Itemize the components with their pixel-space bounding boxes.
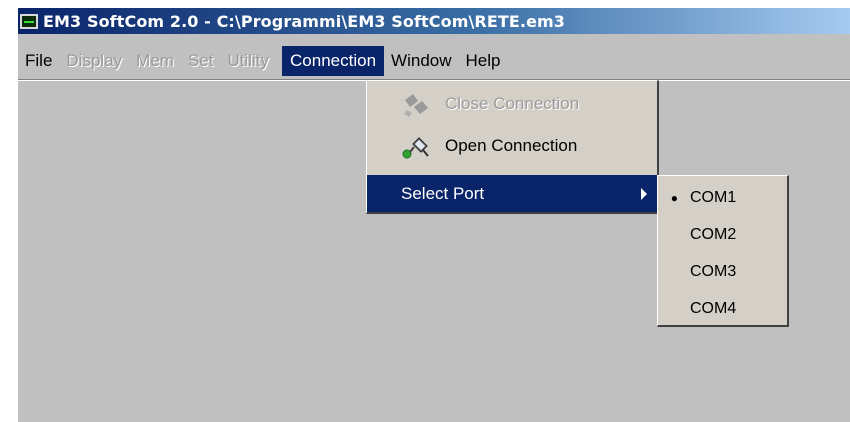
menu-help[interactable]: Help (459, 46, 508, 76)
menu-connection[interactable]: Connection (282, 46, 385, 76)
com2-label: COM2 (690, 225, 737, 243)
menu-set: Set (187, 51, 214, 70)
menu-item-com1[interactable]: ● COM1 (658, 179, 787, 216)
menu-display: Display (66, 51, 123, 70)
select-port-label: Select Port (401, 183, 485, 203)
window-title: EM3 SoftCom 2.0 - C:\Programmi\EM3 SoftC… (43, 11, 566, 31)
menu-utility: Utility (227, 51, 270, 70)
close-connection-label: Close Connection (445, 94, 580, 113)
menu-item-com3[interactable]: COM3 (658, 253, 787, 290)
menu-mem: Mem (136, 51, 174, 70)
submenu-arrow-icon (641, 188, 647, 200)
title-bar[interactable]: EM3 SoftCom 2.0 - C:\Programmi\EM3 SoftC… (18, 8, 850, 34)
close-connection-icon (404, 94, 428, 117)
selected-bullet-icon: ● (670, 190, 678, 205)
open-connection-icon (402, 137, 429, 159)
com4-label: COM4 (690, 299, 737, 317)
menu-item-select-port[interactable]: Select Port (367, 175, 657, 212)
menu-item-open-connection[interactable]: Open Connection (367, 127, 657, 165)
open-connection-label: Open Connection (445, 136, 578, 155)
menu-item-com2[interactable]: COM2 (658, 216, 787, 253)
connection-dropdown: Close Connection Open Connection Select … (366, 80, 659, 214)
menu-item-com4[interactable]: COM4 (658, 290, 787, 327)
com3-label: COM3 (690, 262, 737, 280)
menu-window[interactable]: Window (384, 46, 458, 76)
menu-bar: File Display Mem Set Utility Connection … (18, 46, 850, 76)
menu-file[interactable]: File (18, 46, 59, 76)
menu-item-close-connection: Close Connection (367, 85, 657, 123)
port-submenu: ● COM1 COM2 COM3 COM4 (657, 175, 789, 327)
app-icon[interactable] (20, 13, 38, 29)
com1-label: COM1 (690, 188, 737, 206)
